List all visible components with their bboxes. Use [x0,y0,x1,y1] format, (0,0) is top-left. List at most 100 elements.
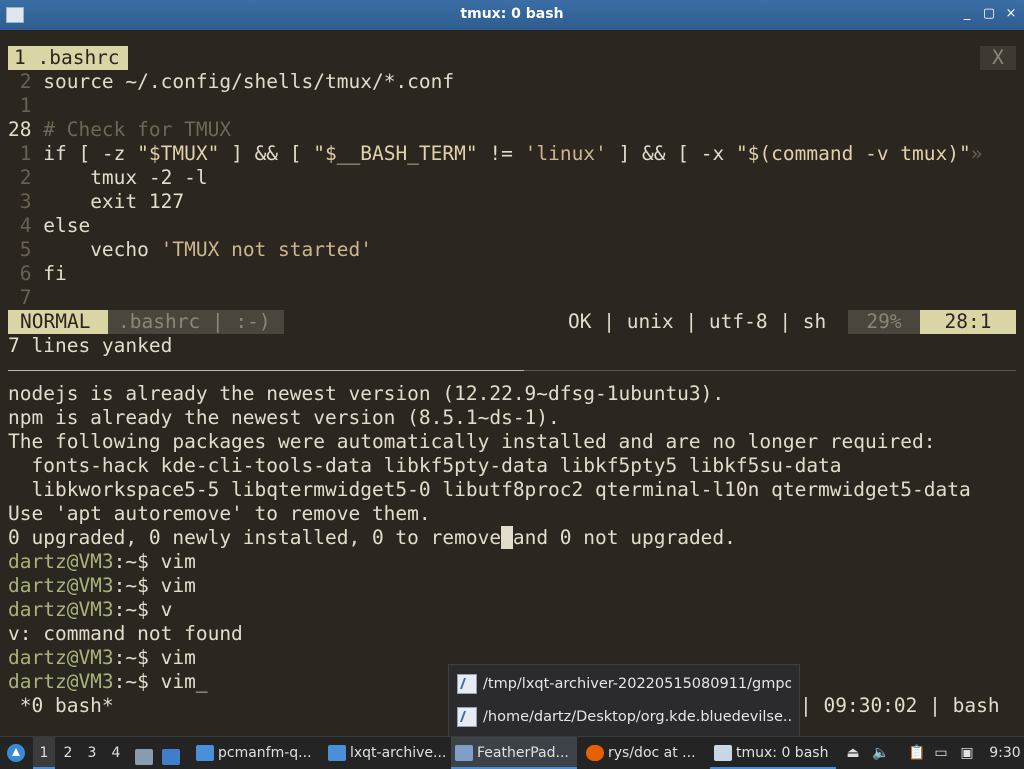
line-number: 2 [8,70,32,93]
code-string: 'linux' [524,142,607,165]
shell-output-line: 0 upgraded, 0 newly installed, 0 to remo… [8,526,736,550]
vim-line: 4 else [8,214,90,238]
shell-prompt-line: dartz@VM3:~$ vim [8,550,196,574]
close-button[interactable]: × [1002,5,1020,23]
command-text: vim [160,574,196,597]
shell-output-line: nodejs is already the newest version (12… [8,382,725,405]
network-icon[interactable]: ▣ [956,737,978,769]
shell-prompt-line[interactable]: dartz@VM3:~$ vim_ [8,670,208,694]
shell-output-line: Use 'apt autoremove' to remove them. [8,502,431,525]
task-lxqt-archiver[interactable]: lxqt-archive... [324,737,448,769]
popup-item-label: /tmp/lxqt-archiver-20220515080911/gmpo..… [483,676,791,692]
vim-file-info: OK | unix | utf-8 | sh [568,310,827,333]
vim-filename: .bashrc | :-) [108,310,284,334]
popup-item[interactable]: /home/dartz/Desktop/org.kde.bluedevilse.… [457,702,791,732]
show-desktop-icon[interactable] [135,737,157,769]
task-firefox[interactable]: rys/doc at ... [582,737,706,769]
vim-line: 6 fi [8,262,67,286]
vim-tab[interactable]: 1 .bashrc [8,46,128,70]
command-text: vim [160,646,196,669]
line-number: 3 [8,190,32,213]
upload-icon[interactable]: ⏏ [842,737,864,769]
vim-statusline: NORMAL .bashrc | :-) OK | unix | utf-8 |… [8,310,1016,334]
window-titlebar[interactable]: tmux: 0 bash _ ▢ × [0,0,1024,30]
code-text: ] && [ [219,142,314,165]
output-text: and 0 not upgraded. [512,526,736,549]
command-input[interactable]: vim_ [161,670,208,693]
window-list-popup[interactable]: /tmp/lxqt-archiver-20220515080911/gmpo..… [448,664,800,738]
code-text: if [ -z [43,142,138,165]
vim-line: 2 source ~/.config/shells/tmux/*.conf [8,70,454,94]
popup-item[interactable]: /tmp/lxqt-archiver-20220515080911/gmpo..… [457,669,791,699]
desktop-2[interactable]: 2 [57,737,79,769]
vim-line: 5 vecho 'TMUX not started' [8,238,372,262]
code-text: ] && [ -x [606,142,736,165]
vim-line: 7 [8,286,32,310]
line-number: 1 [8,94,32,117]
battery-icon[interactable]: ▭ [930,737,952,769]
vim-tab-close[interactable]: X [980,46,1016,70]
comment-text: # Check for TMUX [43,118,232,141]
vim-mode: NORMAL [8,310,108,334]
pane-divider[interactable] [8,370,524,371]
shell-prompt-line: dartz@VM3:~$ vim [8,646,196,670]
desktop-1[interactable]: 1 [33,737,55,769]
tmux-status-right: | 09:30:02 | bash [800,694,1000,717]
task-label: pcmanfm-q... [218,745,312,761]
vim-line: 3 exit 127 [8,190,184,214]
desktop-4[interactable]: 4 [105,737,127,769]
maximize-button[interactable]: ▢ [980,5,998,23]
task-tmux[interactable]: tmux: 0 bash [710,737,836,769]
vim-cursor-position: 28:1 [920,310,1016,334]
task-label: FeatherPad... [477,745,569,761]
tmux-window-tab[interactable]: *0 bash* [8,694,114,718]
prompt-symbol: :~$ [113,598,161,621]
task-label: tmux: 0 bash [736,745,829,761]
prompt-user: dartz@VM3 [8,670,114,693]
command-text: vim [160,550,196,573]
desktop-3[interactable]: 3 [81,737,103,769]
pane-divider[interactable] [524,370,1016,371]
start-menu-icon[interactable] [4,737,28,769]
prompt-user: dartz@VM3 [8,646,114,669]
task-pcmanfm[interactable]: pcmanfm-q... [192,737,320,769]
vim-line: 28 # Check for TMUX [8,118,231,142]
line-number: 5 [8,238,32,261]
task-featherpad[interactable]: FeatherPad... [451,737,577,769]
task-label: rys/doc at ... [608,745,696,761]
vim-line: 1 if [ -z "$TMUX" ] && [ "$__BASH_TERM" … [8,142,983,166]
vim-percent: 29% [848,310,920,334]
shell-output-line: libkworkspace5-5 libqtermwidget5-0 libut… [8,478,971,501]
code-text: tmux -2 -l [43,166,208,189]
prompt-symbol: :~$ [113,670,161,693]
code-text: fi [43,262,67,285]
shell-prompt-line: dartz@VM3:~$ vim [8,574,196,598]
firefox-icon [586,745,604,761]
line-number: 2 [8,166,32,189]
prompt-symbol: :~$ [113,574,161,597]
code-var: "$TMUX" [137,142,220,165]
line-overflow-marker: » [970,142,983,165]
code-text: exit 127 [43,190,185,213]
volume-icon[interactable]: 🔈 [870,737,892,769]
archive-icon [328,745,346,761]
shell-output-line: npm is already the newest version (8.5.1… [8,406,560,429]
command-text: v [160,598,173,621]
shell-prompt-line: dartz@VM3:~$ v [8,598,172,622]
featherpad-icon [457,707,477,727]
clipboard-icon[interactable]: 📋 [906,737,928,769]
code-text: vecho [43,238,161,261]
line-text: source ~/.config/shells/tmux/*.conf [43,70,455,93]
vim-line: 2 tmux -2 -l [8,166,208,190]
terminal-area[interactable]: 1 .bashrc X 2 source ~/.config/shells/tm… [0,30,1024,736]
terminal-icon [714,745,732,761]
minimize-button[interactable]: _ [958,5,976,23]
code-var: "$__BASH_TERM" [313,142,478,165]
line-number: 1 [8,142,32,165]
task-label: lxqt-archive... [350,745,447,761]
screen-icon[interactable] [162,737,184,769]
vim-line: 1 [8,94,32,118]
prompt-user: dartz@VM3 [8,574,114,597]
code-string: 'TMUX not started' [160,238,372,261]
clock[interactable]: 9:30 [987,737,1023,769]
